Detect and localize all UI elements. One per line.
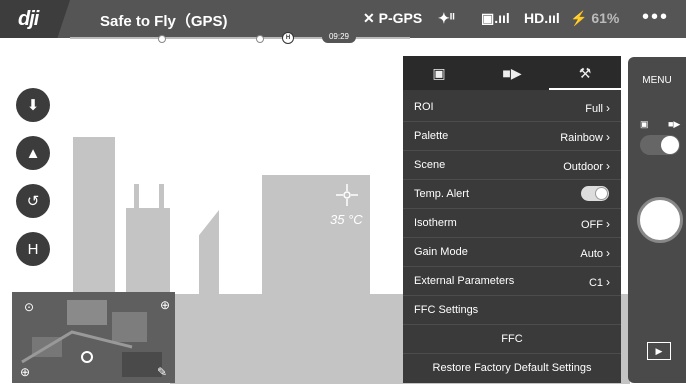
row-label: Isotherm: [414, 217, 457, 229]
row-value: C1: [588, 277, 603, 289]
home-point-icon: H: [27, 240, 39, 258]
row-label: ROI: [414, 101, 434, 113]
takeoff-button[interactable]: ⬇: [16, 88, 50, 122]
battery-status[interactable]: ⚡ 61%: [570, 10, 619, 27]
row-external-parameters[interactable]: External Parameters C1 ›: [403, 266, 621, 296]
chevron-right-icon: ›: [606, 217, 610, 231]
remote-controller-icon: ▣: [481, 10, 495, 26]
row-value: Outdoor: [563, 161, 603, 173]
photo-video-switch[interactable]: [640, 135, 680, 155]
spot-temperature: 35 °C: [330, 212, 363, 227]
drone-icon: ✕: [363, 10, 375, 26]
camera-icon: ▣: [432, 65, 446, 81]
right-control-bar: MENU ▣ ■▶ ▶: [628, 57, 686, 383]
row-value: Rainbow: [560, 132, 603, 144]
panel-tabs: ▣ ■▶ ⚒: [403, 56, 621, 90]
compass-icon[interactable]: ⊙: [20, 298, 38, 316]
antenna: [159, 184, 164, 210]
erase-path-icon[interactable]: ✎: [153, 363, 171, 381]
return-home-button[interactable]: ↺: [16, 184, 50, 218]
restore-defaults-button[interactable]: Restore Factory Default Settings: [403, 353, 621, 382]
rc-signal[interactable]: ▣.ııl: [481, 10, 510, 27]
navigation-icon: ▲: [25, 144, 41, 162]
mini-map[interactable]: ⊙ ⊕ ⊕ ✎: [12, 292, 175, 383]
toggle-knob: [595, 187, 608, 200]
chevron-right-icon: ›: [606, 159, 610, 173]
restore-label: Restore Factory Default Settings: [432, 362, 592, 374]
row-label: FFC Settings: [414, 304, 479, 316]
more-options-button[interactable]: •••: [642, 6, 669, 29]
menu-button[interactable]: MENU: [628, 75, 686, 86]
row-scene[interactable]: Scene Outdoor ›: [403, 150, 621, 180]
flight-mode-label: P-GPS: [378, 10, 423, 26]
row-label: Gain Mode: [414, 246, 468, 258]
video-mode-icon: ■▶: [668, 119, 681, 129]
row-temp-alert: Temp. Alert: [403, 179, 621, 209]
wrench-icon: ⚒: [578, 65, 592, 81]
zoom-icon[interactable]: ⊕: [16, 363, 34, 381]
dji-logo[interactable]: dji: [18, 8, 39, 31]
satellite-icon: ✦: [438, 10, 450, 26]
battery-icon: ⚡: [570, 10, 588, 26]
rc-bars: .ııl: [494, 10, 510, 26]
row-ffc-settings: FFC Settings: [403, 295, 621, 325]
shutter-button[interactable]: [637, 197, 683, 243]
photo-mode-icon: ▣: [640, 119, 649, 129]
hd-signal[interactable]: HD.ııl: [524, 10, 560, 26]
chevron-right-icon: ›: [606, 275, 610, 289]
gps-signal[interactable]: ✦ᴵᴵ: [438, 10, 455, 27]
navigation-button[interactable]: ▲: [16, 136, 50, 170]
row-label: External Parameters: [414, 275, 515, 287]
settings-panel: ▣ ■▶ ⚒ ROI Full › Palette Rainbow › Scene …: [403, 56, 621, 383]
flight-status[interactable]: Safe to Fly（GPS): [100, 10, 228, 31]
row-value: OFF: [581, 219, 603, 231]
playback-button[interactable]: ▶: [647, 342, 671, 360]
tab-camera[interactable]: ▣: [403, 56, 475, 90]
row-label: Scene: [414, 159, 446, 171]
takeoff-icon: ⬇: [26, 97, 40, 114]
flight-mode[interactable]: ✕ P-GPS: [363, 10, 422, 27]
home-point-button[interactable]: H: [16, 232, 50, 266]
chevron-right-icon: ›: [606, 130, 610, 144]
antenna: [134, 184, 139, 210]
row-value: Auto: [580, 248, 603, 260]
temperature-crosshair-icon[interactable]: [335, 183, 359, 207]
temp-alert-toggle[interactable]: [581, 186, 609, 201]
row-isotherm[interactable]: Isotherm OFF ›: [403, 208, 621, 238]
gps-bars: ᴵᴵ: [449, 10, 455, 26]
row-label: Temp. Alert: [414, 188, 470, 200]
tab-video[interactable]: ■▶: [476, 56, 548, 90]
map-target-icon[interactable]: ⊕: [156, 296, 174, 314]
row-gain-mode[interactable]: Gain Mode Auto ›: [403, 237, 621, 267]
switch-knob: [661, 136, 679, 154]
row-roi[interactable]: ROI Full ›: [403, 92, 621, 122]
chevron-right-icon: ›: [606, 246, 610, 260]
building: [199, 210, 219, 300]
battery-percent: 61%: [591, 10, 620, 26]
chevron-right-icon: ›: [606, 101, 610, 115]
row-label: Palette: [414, 130, 449, 142]
ffc-label: FFC: [501, 333, 523, 345]
ffc-button[interactable]: FFC: [403, 324, 621, 354]
return-home-icon: ↺: [26, 193, 40, 210]
row-value: Full: [585, 103, 603, 115]
play-icon: ▶: [655, 346, 663, 356]
row-palette[interactable]: Palette Rainbow ›: [403, 121, 621, 151]
video-icon: ■▶: [502, 65, 522, 81]
tab-settings[interactable]: ⚒: [549, 56, 621, 90]
building: [126, 208, 170, 298]
building: [73, 137, 115, 297]
